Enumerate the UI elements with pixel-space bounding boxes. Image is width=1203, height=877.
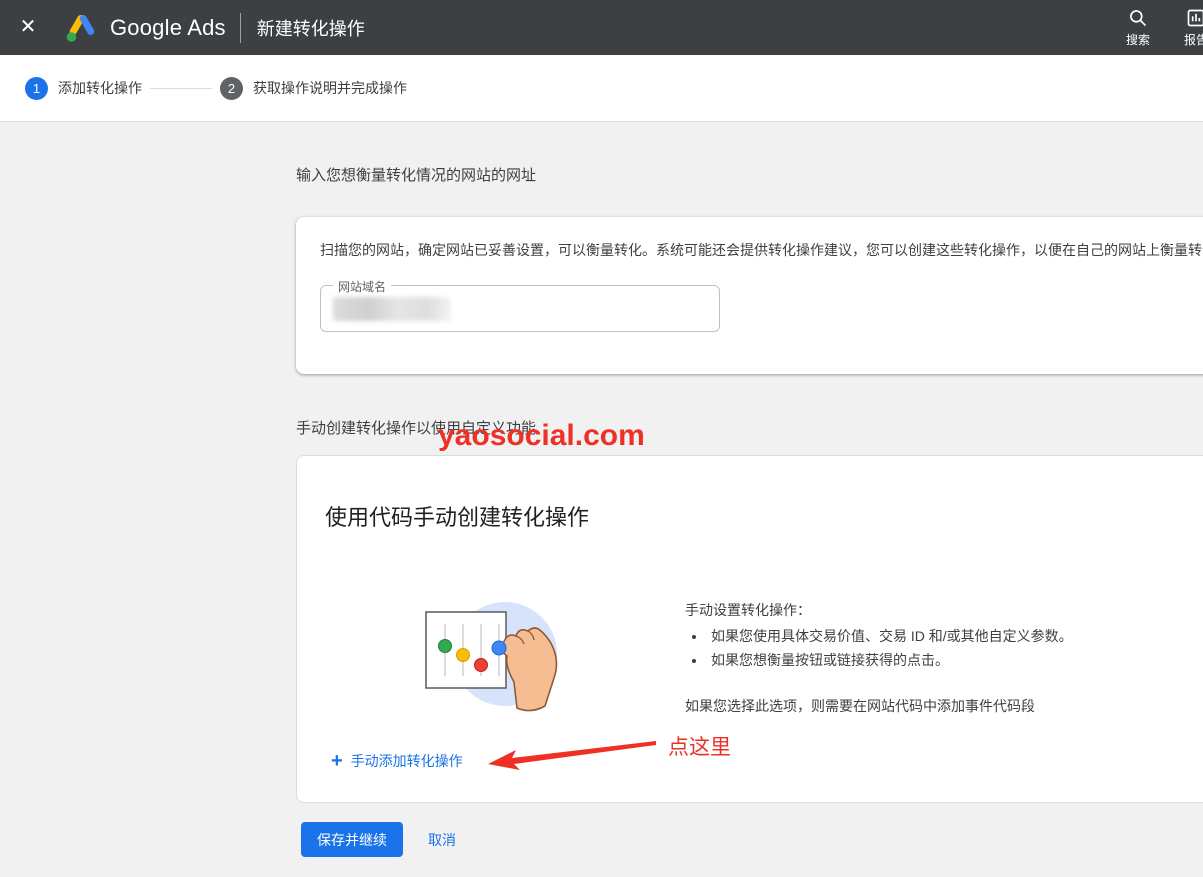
footer-actions: 保存并继续 取消 bbox=[301, 822, 456, 857]
red-slider-dot bbox=[475, 659, 488, 672]
plus-icon: + bbox=[331, 751, 343, 771]
report-icon bbox=[1186, 8, 1203, 28]
stepper: 1 添加转化操作 2 获取操作说明并完成操作 bbox=[0, 55, 1203, 122]
save-and-continue-button[interactable]: 保存并继续 bbox=[301, 822, 403, 857]
domain-input-label: 网站域名 bbox=[333, 278, 391, 295]
step-2-get-instructions[interactable]: 2 获取操作说明并完成操作 bbox=[220, 77, 407, 100]
step-1-label: 添加转化操作 bbox=[58, 78, 142, 98]
brand-name: Google Ads bbox=[110, 15, 226, 41]
details-intro: 手动设置转化操作： bbox=[685, 598, 1203, 622]
close-icon[interactable]: ✕ bbox=[0, 0, 56, 55]
domain-input[interactable]: 网站域名 bbox=[320, 285, 720, 332]
add-link-label: 手动添加转化操作 bbox=[351, 751, 463, 771]
details-note: 如果您选择此选项，则需要在网站代码中添加事件代码段 bbox=[685, 694, 1203, 718]
reports-button[interactable]: 报告 bbox=[1167, 0, 1203, 55]
search-button[interactable]: 搜索 bbox=[1109, 0, 1167, 55]
topbar: ✕ Google Ads 新建转化操作 搜索 报告 bbox=[0, 0, 1203, 55]
green-slider-dot bbox=[439, 640, 452, 653]
step-1-add-conversion[interactable]: 1 添加转化操作 bbox=[25, 77, 142, 100]
manual-code-card: 使用代码手动创建转化操作 手动设置转化操作： 如果您使用具体交易价值、交易 ID… bbox=[296, 455, 1203, 803]
bullet-item: 如果您想衡量按钮或链接获得的点击。 bbox=[707, 648, 1203, 672]
bullet-item: 如果您使用具体交易价值、交易 ID 和/或其他自定义参数。 bbox=[707, 624, 1203, 648]
add-conversion-manually-link[interactable]: + 手动添加转化操作 bbox=[331, 751, 463, 771]
sliders-hand-illustration bbox=[405, 584, 565, 720]
step-2-circle: 2 bbox=[220, 77, 243, 100]
manual-card-title: 使用代码手动创建转化操作 bbox=[325, 500, 589, 532]
topbar-divider bbox=[240, 13, 241, 43]
watermark-text: yaosocial.com bbox=[438, 419, 645, 453]
blue-slider-dot bbox=[492, 641, 506, 655]
search-label: 搜索 bbox=[1126, 31, 1150, 48]
step-2-label: 获取操作说明并完成操作 bbox=[253, 78, 407, 98]
yellow-slider-dot bbox=[457, 649, 470, 662]
page-title: 新建转化操作 bbox=[257, 15, 365, 41]
reports-label: 报告 bbox=[1184, 31, 1203, 48]
scan-description: 扫描您的网站，确定网站已妥善设置，可以衡量转化。系统可能还会提供转化操作建议，您… bbox=[320, 240, 1203, 260]
search-icon bbox=[1128, 8, 1148, 28]
manual-details: 手动设置转化操作： 如果您使用具体交易价值、交易 ID 和/或其他自定义参数。 … bbox=[685, 598, 1203, 718]
new-conversion-action-page: ✕ Google Ads 新建转化操作 搜索 报告 bbox=[0, 0, 1203, 877]
domain-input-redacted-value bbox=[333, 297, 451, 321]
website-scan-card: 扫描您的网站，确定网站已妥善设置，可以衡量转化。系统可能还会提供转化操作建议，您… bbox=[296, 217, 1203, 374]
step-connector bbox=[150, 88, 212, 89]
google-ads-logo bbox=[64, 12, 100, 44]
topbar-actions: 搜索 报告 bbox=[1109, 0, 1203, 55]
cancel-button[interactable]: 取消 bbox=[428, 830, 456, 850]
annotation-click-here: 点这里 bbox=[668, 731, 731, 761]
step-1-circle: 1 bbox=[25, 77, 48, 100]
details-bullets: 如果您使用具体交易价值、交易 ID 和/或其他自定义参数。 如果您想衡量按钮或链… bbox=[707, 624, 1203, 672]
section-url-heading: 输入您想衡量转化情况的网站的网址 bbox=[296, 164, 536, 185]
